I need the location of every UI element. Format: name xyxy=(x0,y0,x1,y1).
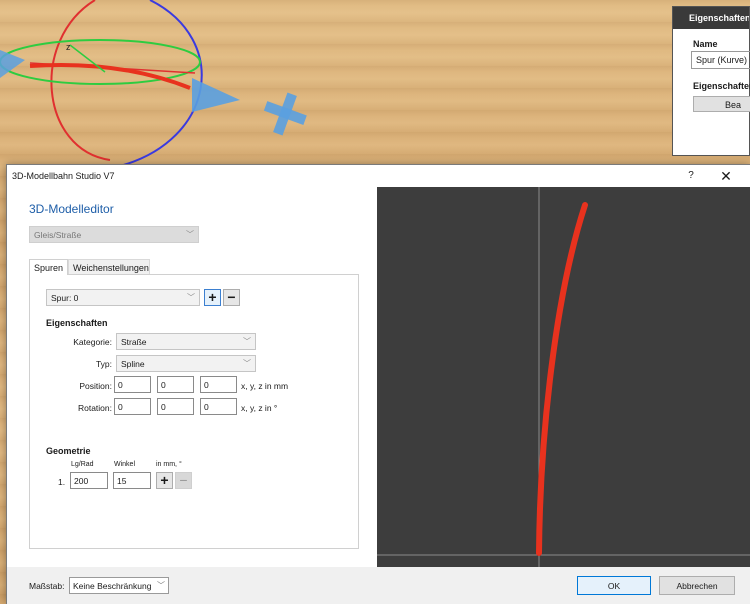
geometry-angle-field[interactable]: 15 xyxy=(113,472,151,489)
position-y-field[interactable]: 0 xyxy=(157,376,194,393)
help-button[interactable]: ? xyxy=(683,167,699,185)
rotation-z-field[interactable]: 0 xyxy=(200,398,237,415)
name-label: Name xyxy=(693,39,718,49)
remove-track-button[interactable]: − xyxy=(223,289,240,306)
typ-label: Typ: xyxy=(95,359,112,369)
transform-gizmo[interactable]: z xyxy=(0,0,340,170)
add-segment-button[interactable]: + xyxy=(156,472,173,489)
geometry-length-field[interactable]: 200 xyxy=(70,472,108,489)
add-track-button[interactable]: + xyxy=(204,289,221,306)
properties-heading: Eigenschaften xyxy=(46,318,108,328)
chevron-down-icon: ﹀ xyxy=(187,293,195,302)
typ-select[interactable]: Spline ﹀ xyxy=(116,355,256,372)
scale-label: Maßstab: xyxy=(29,581,65,591)
angle-column-label: Winkel xyxy=(114,461,136,468)
kategorie-select[interactable]: Straße ﹀ xyxy=(116,333,256,350)
typ-value: Spline xyxy=(121,359,145,369)
chevron-down-icon: ﹀ xyxy=(157,581,165,590)
position-label: Position: xyxy=(79,381,112,391)
3d-preview[interactable] xyxy=(377,187,750,567)
category-select[interactable]: Gleis/Straße ﹀ xyxy=(29,226,199,243)
geometry-heading: Geometrie xyxy=(46,446,91,456)
properties-section-label: Eigenschaften xyxy=(693,81,750,91)
track-select[interactable]: Spur: 0 ﹀ xyxy=(46,289,200,306)
scale-select[interactable]: Keine Beschränkung ﹀ xyxy=(69,577,169,594)
edit-button[interactable]: Bea xyxy=(693,96,750,112)
kategorie-label: Kategorie: xyxy=(73,337,112,347)
kategorie-value: Straße xyxy=(121,337,147,347)
unit-column-label: in mm, ° xyxy=(156,461,182,468)
chevron-down-icon: ﹀ xyxy=(243,359,251,368)
chevron-down-icon: ﹀ xyxy=(186,230,194,239)
scale-value: Keine Beschränkung xyxy=(73,581,152,591)
properties-panel: Eigenschaften Name Spur (Kurve) Eigensch… xyxy=(672,6,750,156)
dialog-title: 3D-Modellbahn Studio V7 xyxy=(12,171,115,181)
tab-spuren[interactable]: Spuren xyxy=(29,259,69,275)
rotation-label: Rotation: xyxy=(77,403,112,413)
rotation-y-field[interactable]: 0 xyxy=(157,398,194,415)
editor-heading: 3D-Modelleditor xyxy=(29,202,114,216)
category-select-value: Gleis/Straße xyxy=(34,230,82,240)
length-column-label: Lg/Rad xyxy=(71,461,94,468)
dialog-titlebar: 3D-Modellbahn Studio V7 ? ✕ xyxy=(7,165,750,187)
dialog-footer: Maßstab: Keine Beschränkung ﹀ OK Abbrech… xyxy=(7,567,750,604)
svg-text:z: z xyxy=(66,42,71,52)
rotation-x-field[interactable]: 0 xyxy=(114,398,151,415)
name-field[interactable]: Spur (Kurve) xyxy=(691,51,750,69)
geometry-row-index: 1. xyxy=(58,477,66,487)
cancel-button[interactable]: Abbrechen xyxy=(659,576,735,595)
tab-weichenstellungen[interactable]: Weichenstellungen xyxy=(68,259,150,275)
position-x-field[interactable]: 0 xyxy=(114,376,151,393)
properties-panel-title: Eigenschaften xyxy=(673,7,749,29)
ok-button[interactable]: OK xyxy=(577,576,651,595)
spuren-panel: Spur: 0 ﹀ + − Eigenschaften Kategorie: S… xyxy=(29,274,359,549)
close-icon[interactable]: ✕ xyxy=(715,167,737,185)
rotation-unit-label: x, y, z in ° xyxy=(241,403,278,413)
chevron-down-icon: ﹀ xyxy=(243,337,251,346)
remove-segment-button[interactable]: − xyxy=(175,472,192,489)
position-z-field[interactable]: 0 xyxy=(200,376,237,393)
model-editor-dialog: 3D-Modellbahn Studio V7 ? ✕ 3D-Modelledi… xyxy=(6,164,750,604)
position-unit-label: x, y, z in mm xyxy=(241,381,289,391)
track-select-value: Spur: 0 xyxy=(51,293,79,303)
